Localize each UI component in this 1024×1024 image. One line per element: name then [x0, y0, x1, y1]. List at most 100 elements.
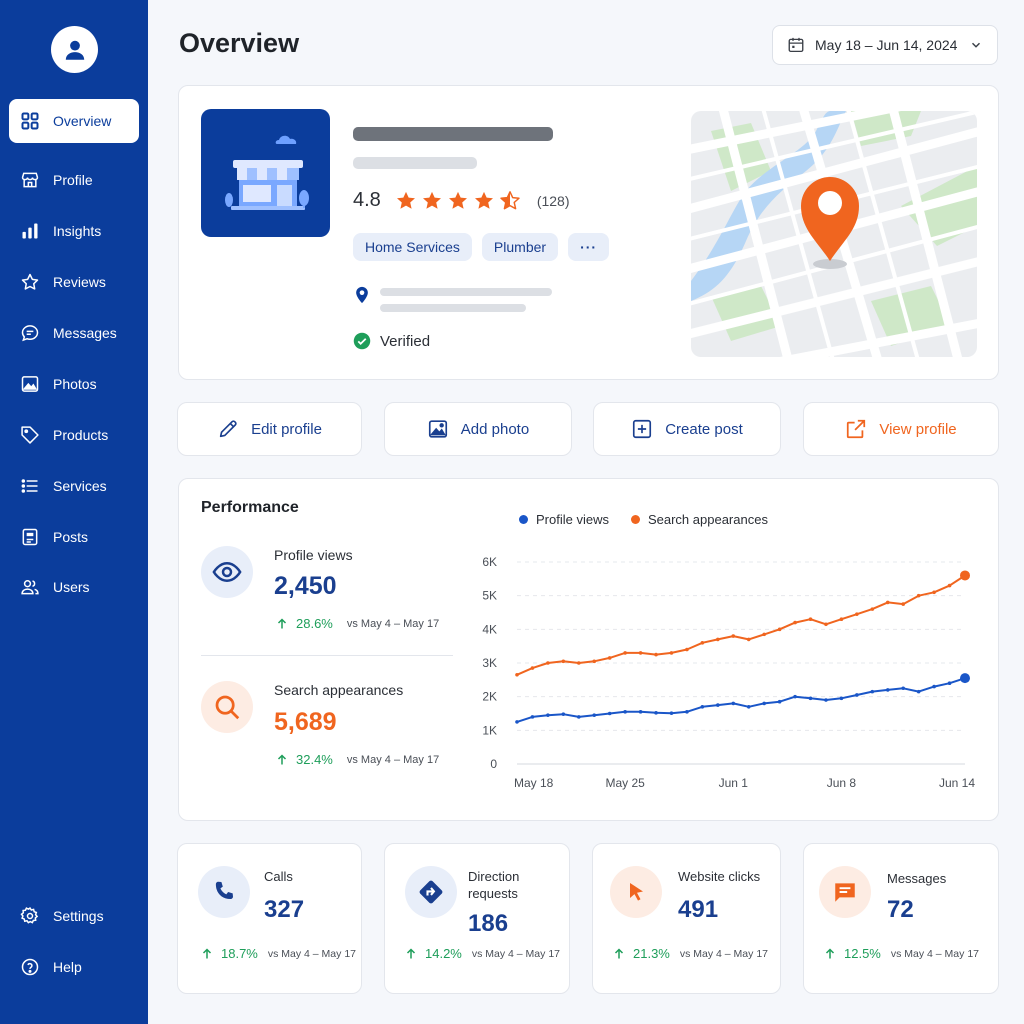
- eye-icon-badge: [201, 546, 253, 598]
- website-clicks-card[interactable]: Website clicks 491 21.3% vs May 4 – May …: [592, 843, 781, 994]
- delta-percent: 28.6%: [296, 616, 333, 631]
- data-point: [870, 607, 875, 611]
- data-point: [623, 651, 627, 655]
- sidebar-item-help[interactable]: Help: [9, 945, 139, 989]
- verified-label: Verified: [380, 332, 431, 350]
- search-appearances-value: 5,689: [274, 708, 337, 736]
- sidebar-item-insights[interactable]: Insights: [9, 209, 139, 253]
- sidebar-item-messages[interactable]: Messages: [9, 311, 139, 355]
- sidebar-item-posts[interactable]: Posts: [9, 515, 139, 559]
- data-point: [855, 612, 859, 616]
- date-range-picker[interactable]: May 18 – Jun 14, 2024: [772, 25, 998, 65]
- chevron-down-icon: [971, 42, 981, 48]
- review-count: (128): [536, 192, 570, 209]
- chat-icon: [21, 325, 39, 342]
- divider: [201, 655, 453, 656]
- view-profile-button[interactable]: View profile: [803, 402, 999, 456]
- sidebar-item-products[interactable]: Products: [9, 413, 139, 457]
- gear-icon: [20, 907, 39, 924]
- x-tick-label: May 25: [605, 776, 645, 790]
- business-logo: [201, 109, 330, 237]
- add-photo-button[interactable]: Add photo: [384, 402, 572, 456]
- grid-icon: [21, 112, 39, 130]
- data-point: [793, 694, 797, 699]
- data-point: [932, 684, 936, 689]
- page-title: Overview: [179, 28, 300, 58]
- view-profile-label: View profile: [879, 420, 957, 438]
- cursor-icon-badge: [610, 866, 662, 918]
- location-pin-icon: [356, 286, 368, 304]
- y-tick-label: 1K: [482, 723, 497, 737]
- delta-percent: 12.5%: [844, 946, 881, 961]
- delta-comparison: vs May 4 – May 17: [267, 947, 356, 960]
- map-image: [691, 111, 977, 357]
- delta-percent: 32.4%: [296, 752, 333, 767]
- sidebar: Overview Profile Insights Reviews Messag…: [0, 0, 148, 1024]
- sidebar-item-profile[interactable]: Profile: [9, 158, 139, 202]
- category-chip[interactable]: Plumber: [481, 233, 559, 261]
- sidebar-item-reviews[interactable]: Reviews: [9, 260, 139, 304]
- profile-views-delta: 28.6% vs May 4 – May 17: [276, 616, 439, 631]
- edit-profile-button[interactable]: Edit profile: [177, 402, 362, 456]
- calls-card[interactable]: Calls 327 18.7% vs May 4 – May 17: [177, 843, 362, 994]
- website-clicks-delta: 21.3% vs May 4 – May 17: [613, 946, 768, 961]
- create-post-button[interactable]: Create post: [593, 402, 781, 456]
- data-point: [855, 693, 859, 697]
- data-point: [947, 583, 952, 588]
- legend-label: Search appearances: [647, 512, 768, 527]
- address-line-placeholder: [380, 304, 526, 312]
- sidebar-item-label: Insights: [53, 223, 102, 239]
- messages-label: Messages: [887, 871, 947, 886]
- more-categories-button[interactable]: ···: [568, 233, 610, 261]
- rating-row: 4.8 (128): [353, 189, 570, 212]
- y-tick-label: 0: [490, 757, 497, 771]
- search-appearances-label: Search appearances: [274, 682, 404, 698]
- data-point: [530, 666, 535, 670]
- sidebar-item-label: Overview: [53, 113, 112, 129]
- external-link-icon: [847, 419, 866, 439]
- eye-icon: [212, 561, 242, 583]
- y-tick-label: 6K: [482, 555, 497, 569]
- avatar[interactable]: [51, 26, 98, 73]
- direction-requests-label: Direction requests: [468, 869, 520, 901]
- data-point: [530, 715, 535, 719]
- data-point: [824, 698, 828, 702]
- sidebar-item-settings[interactable]: Settings: [9, 894, 139, 938]
- sidebar-item-users[interactable]: Users: [9, 565, 139, 609]
- data-point: [592, 659, 597, 664]
- delta-comparison: vs May 4 – May 17: [679, 947, 768, 960]
- list-icon: [21, 479, 38, 493]
- search-icon: [215, 695, 240, 720]
- y-tick-label: 4K: [482, 622, 497, 636]
- arrow-up-icon: [202, 947, 212, 958]
- category-chips: Home Services Plumber ···: [353, 233, 610, 261]
- verified-status: Verified: [353, 332, 430, 350]
- help-icon: [21, 958, 39, 976]
- sidebar-item-overview[interactable]: Overview: [9, 99, 139, 143]
- messages-card[interactable]: Messages 72 12.5% vs May 4 – May 17: [803, 843, 999, 994]
- data-point: [561, 659, 566, 664]
- performance-title: Performance: [201, 499, 299, 516]
- delta-comparison: vs May 4 – May 17: [346, 753, 440, 766]
- messages-value: 72: [887, 896, 914, 923]
- data-point: [546, 661, 550, 665]
- x-tick-label: Jun 8: [827, 776, 857, 790]
- sidebar-item-label: Settings: [53, 908, 104, 924]
- location-map[interactable]: [691, 111, 977, 357]
- post-icon: [22, 528, 38, 546]
- legend-item-search-appearances: Search appearances: [630, 512, 768, 527]
- direction-requests-card[interactable]: Direction requests 186 14.2% vs May 4 – …: [384, 843, 570, 994]
- add-photo-label: Add photo: [460, 420, 530, 438]
- sidebar-item-services[interactable]: Services: [9, 464, 139, 508]
- direction-requests-delta: 14.2% vs May 4 – May 17: [405, 946, 560, 961]
- sidebar-item-label: Profile: [53, 172, 93, 188]
- data-point: [576, 715, 581, 719]
- category-chip[interactable]: Home Services: [353, 233, 472, 261]
- sidebar-item-photos[interactable]: Photos: [9, 362, 139, 406]
- address-row: [355, 286, 369, 309]
- website-clicks-value: 491: [678, 896, 719, 923]
- data-point: [808, 696, 813, 701]
- data-point: [808, 617, 813, 622]
- arrow-up-icon: [406, 947, 416, 958]
- arrow-up-icon: [614, 947, 624, 958]
